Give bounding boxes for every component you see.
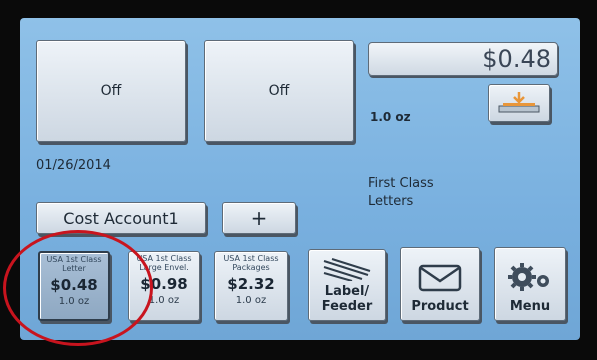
postage-amount: $0.48 — [482, 45, 551, 73]
postage-weight: 1.0 oz — [370, 110, 411, 124]
off-button-1[interactable]: Off — [36, 40, 186, 142]
add-account-button[interactable]: + — [222, 202, 296, 234]
off-button-2-label: Off — [268, 83, 290, 99]
preset-3-price: $2.32 — [227, 274, 275, 293]
label-feeder-icon — [323, 258, 371, 282]
envelope-icon — [418, 264, 462, 292]
postage-display: $0.48 — [368, 42, 558, 76]
menu-button[interactable]: Menu — [494, 247, 566, 321]
preset-3-line2: Packages — [232, 262, 270, 272]
menu-label: Menu — [509, 299, 551, 315]
off-button-2[interactable]: Off — [204, 40, 354, 142]
preset-1st-class-packages[interactable]: USA 1st Class Packages $2.32 1.0 oz — [214, 251, 288, 321]
tray-button[interactable] — [488, 84, 550, 122]
preset-3-weight: 1.0 oz — [235, 295, 267, 307]
add-account-label: + — [250, 206, 268, 230]
cost-account-button[interactable]: Cost Account1 — [36, 202, 206, 234]
cost-account-label: Cost Account1 — [63, 208, 179, 228]
mail-class-line1: First Class — [368, 176, 434, 191]
preset-2-weight: 1.0 oz — [148, 295, 180, 307]
off-button-1-label: Off — [100, 83, 122, 99]
gears-icon — [508, 263, 549, 292]
tray-icon — [498, 92, 540, 113]
label-feeder-button[interactable]: Label/ Feeder — [308, 249, 386, 321]
product-label: Product — [411, 299, 469, 315]
date-label: 01/26/2014 — [36, 158, 111, 173]
label-feeder-line1: Label/ — [324, 284, 370, 300]
product-button[interactable]: Product — [400, 247, 480, 321]
mail-class-line2: Letters — [368, 194, 414, 209]
highlight-circle — [3, 230, 153, 346]
label-feeder-line2: Feeder — [321, 299, 373, 315]
